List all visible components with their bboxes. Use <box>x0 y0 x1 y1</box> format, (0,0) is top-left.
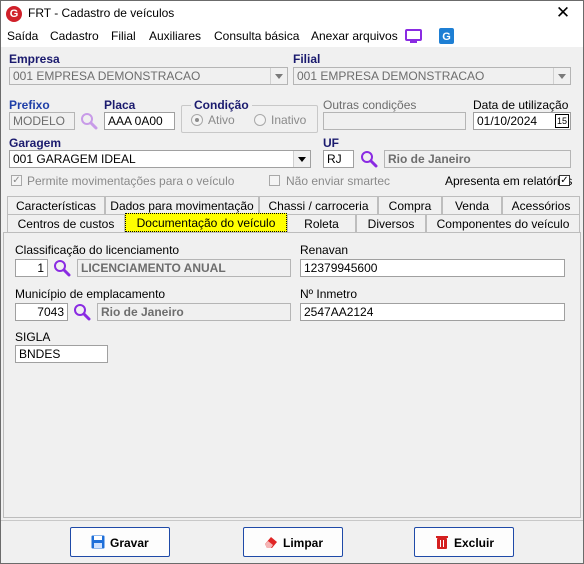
search-icon[interactable] <box>53 259 71 277</box>
chevron-down-icon <box>270 68 287 84</box>
classificacao-code-input[interactable]: 1 <box>15 259 48 277</box>
radio-inativo-label: Inativo <box>271 113 307 127</box>
renavan-input[interactable]: 12379945600 <box>300 259 565 277</box>
placa-input[interactable]: AAA 0A00 <box>104 112 175 130</box>
apresenta-relatorios-checkbox[interactable]: ✓ <box>559 175 570 186</box>
prefixo-input[interactable]: MODELO <box>9 112 75 130</box>
tab-caracteristicas[interactable]: Características <box>7 196 105 214</box>
tab-centros-custos[interactable]: Centros de custos <box>7 214 125 232</box>
tab-chassi-carroceria[interactable]: Chassi / carroceria <box>259 196 378 214</box>
app-logo-icon: G <box>6 6 22 22</box>
tab-dados-movimentacao[interactable]: Dados para movimentação <box>105 196 259 214</box>
garagem-label: Garagem <box>9 136 62 150</box>
empresa-label: Empresa <box>9 52 60 66</box>
excluir-button[interactable]: Excluir <box>414 527 514 557</box>
search-icon[interactable] <box>80 112 98 130</box>
empresa-value: 001 EMPRESA DEMONSTRACAO <box>13 69 201 83</box>
app-g-icon[interactable]: G <box>438 28 455 44</box>
title-bar: G FRT - Cadastro de veículos ✕ <box>1 1 583 27</box>
prefixo-label: Prefixo <box>9 98 50 112</box>
monitor-icon[interactable] <box>405 28 422 44</box>
permite-movimentacoes-label: Permite movimentações para o veículo <box>27 174 235 188</box>
tab-venda[interactable]: Venda <box>442 196 502 214</box>
tab-documentacao-veiculo[interactable]: Documentação do veículo <box>125 213 287 232</box>
trash-icon <box>436 536 448 549</box>
apresenta-relatorios-label: Apresenta em relatórios <box>445 174 573 188</box>
empresa-select[interactable]: 001 EMPRESA DEMONSTRACAO <box>9 67 288 85</box>
search-icon[interactable] <box>360 150 378 168</box>
excluir-label: Excluir <box>454 536 495 550</box>
municipio-label: Município de emplacamento <box>15 287 166 301</box>
uf-input[interactable]: RJ <box>323 150 354 168</box>
outras-condicoes-label: Outras condições <box>323 98 417 112</box>
municipio-code-input[interactable]: 7043 <box>15 303 68 321</box>
filial-value: 001 EMPRESA DEMONSTRACAO <box>297 69 485 83</box>
menu-cadastro[interactable]: Cadastro <box>50 29 99 43</box>
menu-filial[interactable]: Filial <box>111 29 136 43</box>
search-icon[interactable] <box>73 303 91 321</box>
garagem-value: 001 GARAGEM IDEAL <box>13 152 136 166</box>
close-icon[interactable]: ✕ <box>553 3 573 23</box>
radio-ativo[interactable] <box>191 114 203 126</box>
nao-enviar-smartec-checkbox[interactable] <box>269 175 280 186</box>
svg-text:G: G <box>442 31 451 43</box>
chevron-down-icon <box>293 151 310 167</box>
uf-name-field: Rio de Janeiro <box>384 150 571 168</box>
inmetro-input[interactable]: 2547AA2124 <box>300 303 565 321</box>
tab-acessorios[interactable]: Acessórios <box>502 196 580 214</box>
tab-diversos[interactable]: Diversos <box>356 214 426 232</box>
limpar-button[interactable]: Limpar <box>243 527 343 557</box>
data-utilizacao-value: 01/10/2024 <box>477 114 538 128</box>
radio-ativo-label: Ativo <box>208 113 235 127</box>
tab-componentes-veiculo[interactable]: Componentes do veículo <box>426 214 580 232</box>
sigla-input[interactable]: BNDES <box>15 345 108 363</box>
menu-bar: Saída Cadastro Filial Auxiliares Consult… <box>1 27 583 47</box>
radio-inativo[interactable] <box>254 114 266 126</box>
condicao-label: Condição <box>191 98 252 112</box>
footer-divider <box>1 520 583 521</box>
calendar-icon[interactable]: 15 <box>555 114 569 128</box>
data-utilizacao-input[interactable]: 01/10/2024 15 <box>473 112 571 130</box>
placa-label: Placa <box>104 98 136 112</box>
inmetro-label: Nº Inmetro <box>300 287 358 301</box>
filial-label: Filial <box>293 52 321 66</box>
menu-saida[interactable]: Saída <box>7 29 38 43</box>
classificacao-label: Classificação do licenciamento <box>15 243 180 257</box>
nao-enviar-smartec-label: Não enviar smartec <box>286 174 391 188</box>
gravar-label: Gravar <box>110 536 149 550</box>
garagem-select[interactable]: 001 GARAGEM IDEAL <box>9 150 311 168</box>
eraser-icon <box>265 537 277 548</box>
uf-label: UF <box>323 136 339 150</box>
filial-select[interactable]: 001 EMPRESA DEMONSTRACAO <box>293 67 571 85</box>
menu-auxiliares[interactable]: Auxiliares <box>149 29 201 43</box>
window-title: FRT - Cadastro de veículos <box>28 6 175 20</box>
save-icon <box>91 535 105 549</box>
classificacao-name-field: LICENCIAMENTO ANUAL <box>77 259 291 277</box>
tab-roleta[interactable]: Roleta <box>287 214 356 232</box>
sigla-label: SIGLA <box>15 330 51 344</box>
gravar-button[interactable]: Gravar <box>70 527 170 557</box>
tab-compra[interactable]: Compra <box>378 196 442 214</box>
renavan-label: Renavan <box>300 243 349 257</box>
chevron-down-icon <box>553 68 570 84</box>
tab-panel-documentacao: Classificação do licenciamento 1 LICENCI… <box>3 232 581 518</box>
permite-movimentacoes-checkbox[interactable]: ✓ <box>11 175 22 186</box>
limpar-label: Limpar <box>283 536 324 550</box>
outras-condicoes-input[interactable] <box>323 112 466 130</box>
menu-consulta-basica[interactable]: Consulta básica <box>214 29 299 43</box>
municipio-name-field: Rio de Janeiro <box>97 303 291 321</box>
data-utilizacao-label: Data de utilização <box>473 98 569 112</box>
menu-anexar-arquivos[interactable]: Anexar arquivos <box>311 29 398 43</box>
main-window: G FRT - Cadastro de veículos ✕ Saída Cad… <box>0 0 584 564</box>
